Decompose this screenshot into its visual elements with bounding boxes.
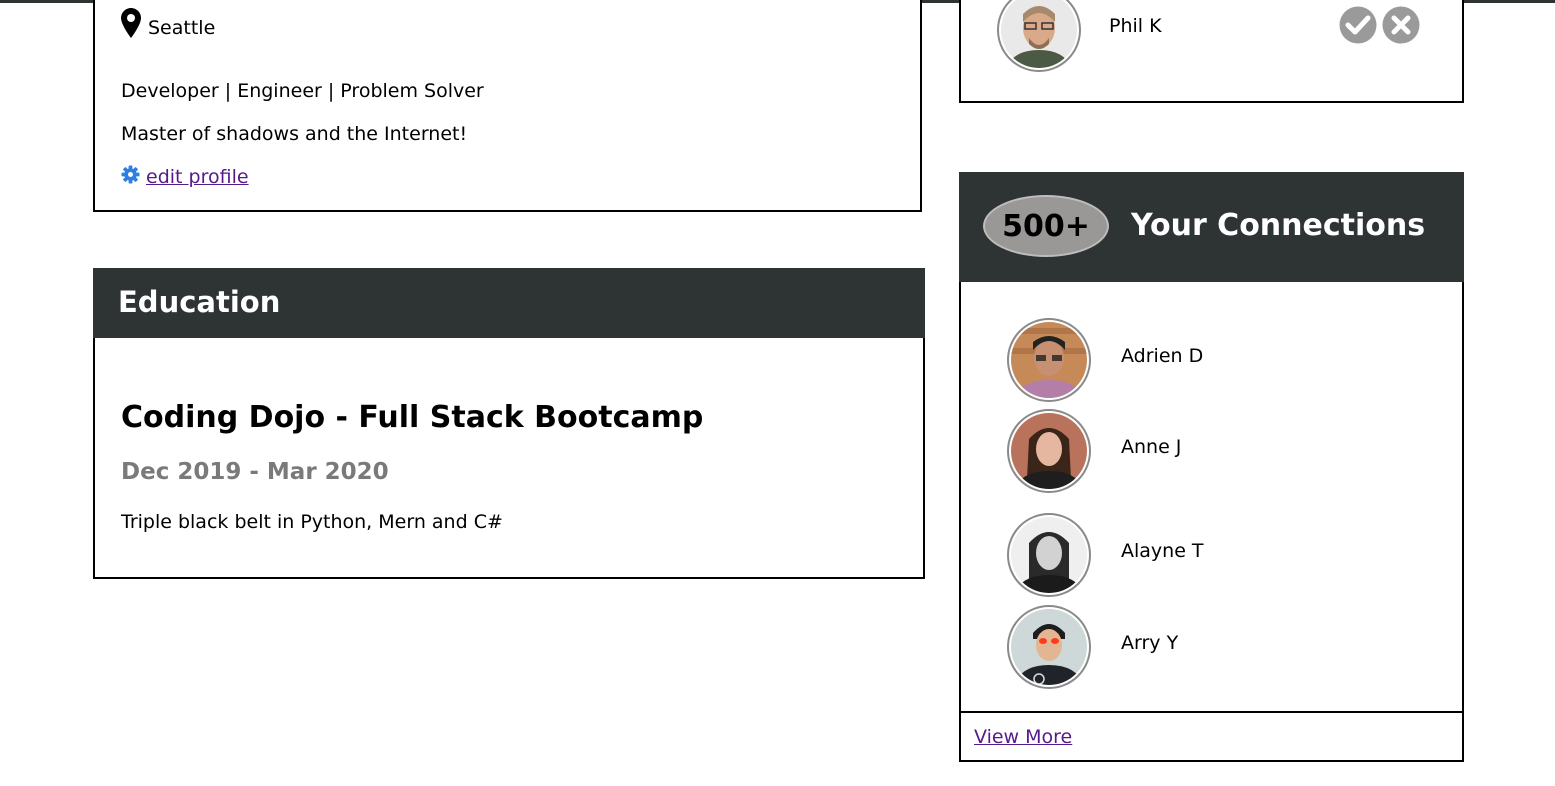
connection-count-badge: 500+ xyxy=(983,195,1109,257)
location-label: Seattle xyxy=(148,17,216,39)
pending-request-card: Phil K xyxy=(959,0,1464,103)
avatar[interactable] xyxy=(1007,513,1091,597)
request-name: Phil K xyxy=(1109,15,1162,37)
education-title: Education xyxy=(118,285,281,319)
checkmark-icon[interactable] xyxy=(1339,6,1377,48)
list-item[interactable]: Alayne T xyxy=(961,513,1462,597)
connection-name: Arry Y xyxy=(1121,632,1179,654)
gear-icon xyxy=(121,165,140,188)
map-pin-icon xyxy=(121,8,141,38)
view-more-link[interactable]: View More xyxy=(974,726,1072,748)
connections-title: Your Connections xyxy=(1131,208,1426,243)
avatar[interactable] xyxy=(1007,409,1091,493)
profile-headline: Developer | Engineer | Problem Solver xyxy=(121,80,484,102)
avatar[interactable] xyxy=(1007,605,1091,689)
education-header: Education xyxy=(93,268,925,338)
connections-card: 500+ Your Connections Adrien D Anne J Al… xyxy=(959,172,1464,762)
close-icon[interactable] xyxy=(1382,6,1420,48)
avatar[interactable] xyxy=(1007,318,1091,402)
list-item[interactable]: Anne J xyxy=(961,409,1462,493)
profile-location: Seattle xyxy=(121,8,215,38)
connection-name: Adrien D xyxy=(1121,345,1204,367)
education-description: Triple black belt in Python, Mern and C# xyxy=(121,511,503,533)
connections-footer: View More xyxy=(959,711,1464,762)
connections-header: 500+ Your Connections xyxy=(959,172,1464,282)
connection-name: Anne J xyxy=(1121,436,1182,458)
education-school: Coding Dojo - Full Stack Bootcamp xyxy=(121,400,704,435)
list-item[interactable]: Arry Y xyxy=(961,605,1462,689)
profile-bio: Master of shadows and the Internet! xyxy=(121,123,468,145)
list-item[interactable]: Adrien D xyxy=(961,318,1462,402)
edit-profile-control[interactable]: edit profile xyxy=(121,165,249,188)
education-dates: Dec 2019 - Mar 2020 xyxy=(121,459,389,485)
connection-name: Alayne T xyxy=(1121,540,1204,562)
edit-profile-link[interactable]: edit profile xyxy=(146,166,249,188)
education-card: Education Coding Dojo - Full Stack Bootc… xyxy=(93,268,925,579)
avatar[interactable] xyxy=(997,0,1081,72)
profile-card: Seattle Developer | Engineer | Problem S… xyxy=(93,0,922,212)
